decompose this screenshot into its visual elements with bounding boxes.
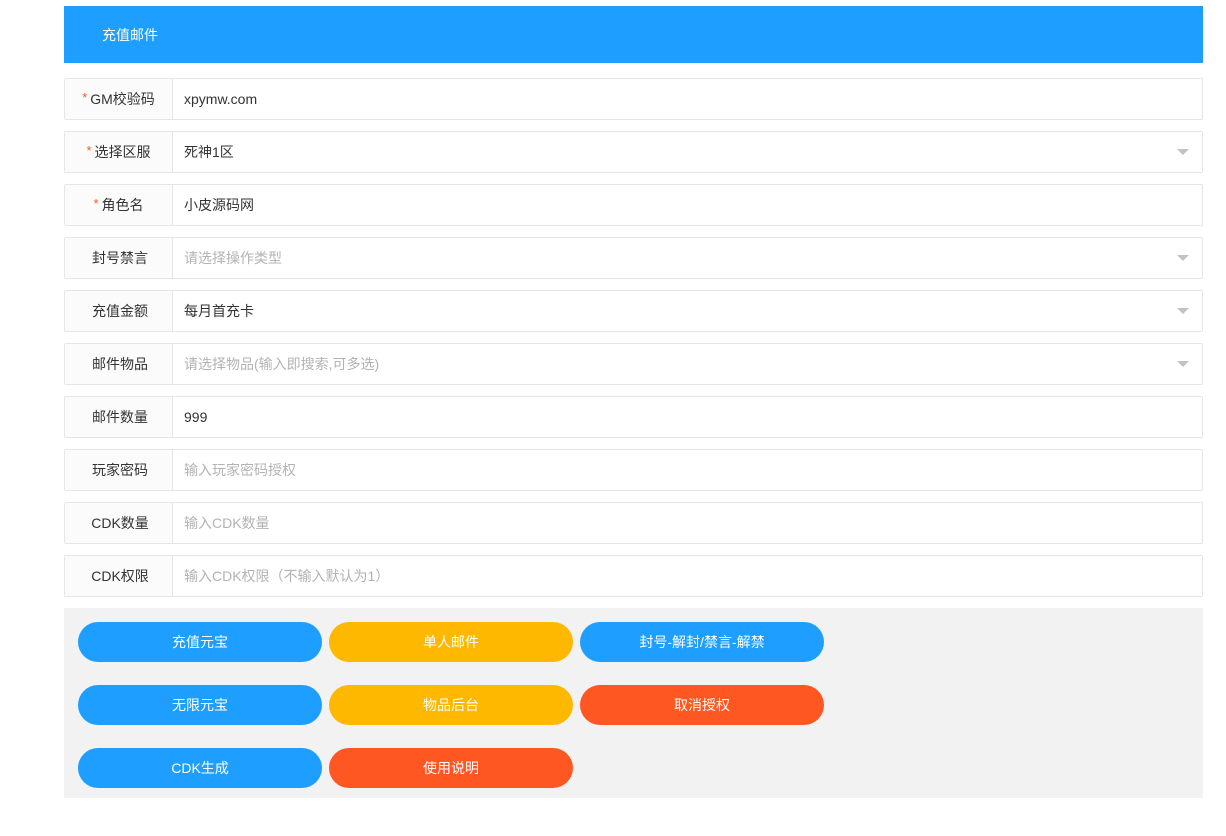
- ban-mute-label: 封号禁言: [65, 238, 173, 278]
- panel-header: 充值邮件: [64, 6, 1203, 63]
- gm-code-label: * GM校验码: [65, 79, 173, 119]
- form-row-player-password: 玩家密码: [64, 449, 1203, 491]
- mail-quantity-control: [173, 397, 1202, 437]
- button-row-2: 无限元宝 物品后台 取消授权: [78, 685, 1203, 725]
- cdk-permission-control: [173, 556, 1202, 596]
- server-label: * 选择区服: [65, 132, 173, 172]
- field-label-text: 封号禁言: [92, 248, 148, 268]
- player-password-input[interactable]: [173, 450, 1202, 490]
- panel-title: 充值邮件: [102, 25, 158, 45]
- unlimited-yuanbao-button[interactable]: 无限元宝: [78, 685, 322, 725]
- server-select[interactable]: [173, 132, 1202, 172]
- character-name-control: [173, 185, 1202, 225]
- field-label-text: 角色名: [102, 195, 144, 215]
- cdk-permission-label: CDK权限: [65, 556, 173, 596]
- field-label-text: CDK权限: [91, 566, 149, 586]
- gm-code-input[interactable]: [173, 79, 1202, 119]
- field-label-text: 选择区服: [95, 142, 151, 162]
- action-button-panel: 充值元宝 单人邮件 封号-解封/禁言-解禁 无限元宝 物品后台 取消授权 CDK…: [64, 608, 1203, 798]
- form-row-mail-items: 邮件物品: [64, 343, 1203, 385]
- gm-form: * GM校验码 * 选择区服 * 角色名: [64, 78, 1203, 597]
- cancel-auth-button[interactable]: 取消授权: [580, 685, 824, 725]
- recharge-amount-select[interactable]: [173, 291, 1202, 331]
- required-mark: *: [86, 143, 91, 158]
- cdk-quantity-label: CDK数量: [65, 503, 173, 543]
- mail-quantity-input[interactable]: [173, 397, 1202, 437]
- cdk-generate-button[interactable]: CDK生成: [78, 748, 322, 788]
- server-select-input[interactable]: [173, 132, 1202, 172]
- player-password-control: [173, 450, 1202, 490]
- gm-tool-panel: 充值邮件 * GM校验码 * 选择区服 * 角色名: [64, 6, 1203, 798]
- field-label-text: 邮件数量: [92, 407, 148, 427]
- button-row-3: CDK生成 使用说明: [78, 748, 1203, 788]
- recharge-yuanbao-button[interactable]: 充值元宝: [78, 622, 322, 662]
- recharge-amount-select-input[interactable]: [173, 291, 1202, 331]
- field-label-text: CDK数量: [91, 513, 149, 533]
- button-row-1: 充值元宝 单人邮件 封号-解封/禁言-解禁: [78, 622, 1203, 662]
- field-label-text: GM校验码: [90, 89, 155, 109]
- gm-code-control: [173, 79, 1202, 119]
- mail-items-select[interactable]: [173, 344, 1202, 384]
- cdk-permission-input[interactable]: [173, 556, 1202, 596]
- single-mail-button[interactable]: 单人邮件: [329, 622, 573, 662]
- form-row-gm-code: * GM校验码: [64, 78, 1203, 120]
- mail-quantity-label: 邮件数量: [65, 397, 173, 437]
- field-label-text: 邮件物品: [92, 354, 148, 374]
- form-row-mail-quantity: 邮件数量: [64, 396, 1203, 438]
- field-label-text: 充值金额: [92, 301, 148, 321]
- player-password-label: 玩家密码: [65, 450, 173, 490]
- form-row-cdk-quantity: CDK数量: [64, 502, 1203, 544]
- recharge-amount-label: 充值金额: [65, 291, 173, 331]
- form-row-recharge-amount: 充值金额: [64, 290, 1203, 332]
- ban-unban-mute-button[interactable]: 封号-解封/禁言-解禁: [580, 622, 824, 662]
- character-name-input[interactable]: [173, 185, 1202, 225]
- ban-mute-select-input[interactable]: [173, 238, 1202, 278]
- item-backend-button[interactable]: 物品后台: [329, 685, 573, 725]
- cdk-quantity-input[interactable]: [173, 503, 1202, 543]
- cdk-quantity-control: [173, 503, 1202, 543]
- field-label-text: 玩家密码: [92, 460, 148, 480]
- form-row-cdk-permission: CDK权限: [64, 555, 1203, 597]
- mail-items-select-input[interactable]: [173, 344, 1202, 384]
- form-row-character-name: * 角色名: [64, 184, 1203, 226]
- required-mark: *: [82, 90, 87, 105]
- mail-items-label: 邮件物品: [65, 344, 173, 384]
- ban-mute-select[interactable]: [173, 238, 1202, 278]
- required-mark: *: [93, 196, 98, 211]
- usage-instructions-button[interactable]: 使用说明: [329, 748, 573, 788]
- form-row-ban-mute: 封号禁言: [64, 237, 1203, 279]
- form-row-server: * 选择区服: [64, 131, 1203, 173]
- character-name-label: * 角色名: [65, 185, 173, 225]
